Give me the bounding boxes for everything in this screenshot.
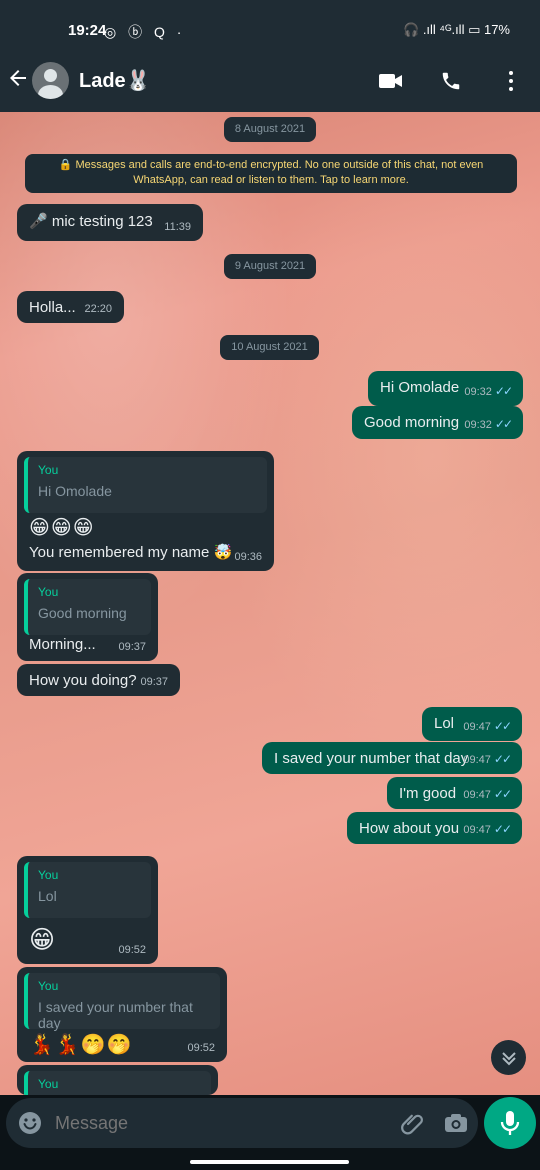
- outgoing-message[interactable]: I'm good 09:47 ✓✓: [387, 777, 522, 809]
- incoming-reply-message[interactable]: You: [17, 1065, 218, 1095]
- camera-icon[interactable]: [441, 1108, 471, 1138]
- message-text: Morning...: [29, 636, 96, 653]
- outgoing-message[interactable]: Lol 09:47 ✓✓: [422, 707, 522, 741]
- read-checks-icon: ✓✓: [494, 417, 513, 431]
- encryption-notice[interactable]: 🔒 Messages and calls are end-to-end encr…: [25, 154, 517, 193]
- scroll-down-button[interactable]: [491, 1040, 526, 1075]
- home-indicator[interactable]: [190, 1160, 349, 1164]
- status-bar: 19:24 ◎ ⓑ Q · 🎧 .ıll ⁴ᴳ.ıll ▭ 17%: [0, 0, 540, 58]
- outgoing-message[interactable]: Good morning 09:32 ✓✓: [352, 406, 523, 439]
- message-time: 09:32 ✓✓: [464, 384, 513, 398]
- emoji-icon[interactable]: [17, 1110, 43, 1136]
- quoted-text: Hi Omolade: [38, 483, 112, 499]
- message-text: Lol: [434, 715, 455, 732]
- video-call-icon[interactable]: [377, 67, 405, 95]
- composer-bar: [0, 1095, 540, 1170]
- quoted-text: Lol: [38, 888, 57, 904]
- message-time: 09:47 ✓✓: [463, 822, 512, 836]
- message-text: Holla...: [29, 299, 76, 316]
- message-input[interactable]: [55, 1112, 385, 1134]
- chat-header: Lade🐰: [0, 58, 540, 112]
- message-time: 11:39: [164, 221, 191, 233]
- message-text: I'm good: [399, 785, 457, 802]
- message-time: 09:36: [234, 551, 262, 563]
- incoming-message[interactable]: 🎤 mic testing 123 11:39: [17, 204, 203, 241]
- emoji-line: 😁😁😁: [29, 517, 95, 539]
- quoted-text: I saved your number that day: [38, 999, 193, 1031]
- message-time: 09:52: [118, 944, 146, 956]
- message-time: 09:47 ✓✓: [463, 787, 512, 801]
- message-text: 🎤 mic testing 123: [29, 213, 153, 230]
- incoming-message[interactable]: How you doing? 09:37: [17, 664, 180, 696]
- back-arrow-icon[interactable]: [6, 66, 30, 96]
- more-options-icon[interactable]: [497, 67, 525, 95]
- quoted-author: You: [38, 463, 59, 477]
- message-time: 09:52: [187, 1042, 215, 1054]
- incoming-reply-message[interactable]: You Good morning Morning... 09:37: [17, 573, 158, 661]
- read-checks-icon: ✓✓: [493, 719, 512, 733]
- quoted-author: You: [38, 585, 59, 599]
- quoted-message[interactable]: You Good morning: [24, 579, 151, 635]
- quoted-message[interactable]: You I saved your number that day: [24, 973, 220, 1031]
- attachment-icon[interactable]: [397, 1108, 427, 1138]
- microphone-button[interactable]: [484, 1097, 536, 1149]
- incoming-reply-message[interactable]: You I saved your number that day 💃💃🤭🤭 09…: [17, 967, 227, 1062]
- message-text: Good morning: [364, 414, 460, 431]
- date-chip: 9 August 2021: [224, 254, 316, 279]
- message-time: 09:32 ✓✓: [464, 417, 513, 431]
- voice-call-icon[interactable]: [437, 67, 465, 95]
- read-checks-icon: ✓✓: [493, 822, 512, 836]
- message-text: You remembered my name 🤯: [29, 544, 233, 561]
- microphone-icon: [500, 1111, 520, 1135]
- read-checks-icon: ✓✓: [494, 384, 513, 398]
- message-text: I saved your number that day: [274, 750, 469, 767]
- read-checks-icon: ✓✓: [493, 787, 512, 801]
- emoji-line: 💃💃🤭🤭: [29, 1034, 133, 1056]
- quoted-message[interactable]: You Hi Omolade: [24, 457, 267, 513]
- avatar[interactable]: [32, 62, 69, 99]
- message-text: Hi Omolade: [380, 379, 460, 396]
- message-text: How you doing?: [29, 672, 137, 689]
- status-right-icons: 🎧 .ıll ⁴ᴳ.ıll ▭ 17%: [403, 22, 510, 37]
- quoted-message[interactable]: You Lol: [24, 862, 151, 918]
- message-time: 09:47 ✓✓: [463, 752, 512, 766]
- incoming-reply-message[interactable]: You Hi Omolade 😁😁😁 You remembered my nam…: [17, 451, 274, 571]
- message-input-container[interactable]: [6, 1098, 478, 1148]
- outgoing-message[interactable]: Hi Omolade 09:32 ✓✓: [368, 371, 523, 406]
- message-time: 09:47 ✓✓: [463, 719, 512, 733]
- quoted-author: You: [38, 1077, 59, 1091]
- status-left-icons: ◎ ⓑ Q ·: [104, 24, 186, 40]
- message-time: 09:37: [118, 641, 146, 653]
- message-time: 22:20: [84, 303, 112, 315]
- emoji-line: 😁: [29, 926, 57, 954]
- read-checks-icon: ✓✓: [493, 752, 512, 766]
- date-chip: 10 August 2021: [220, 335, 319, 360]
- status-time: 19:24: [68, 22, 107, 39]
- quoted-text: Good morning: [38, 605, 127, 621]
- quoted-message[interactable]: You: [24, 1071, 211, 1095]
- message-text: How about you: [359, 820, 460, 837]
- message-time: 09:37: [140, 676, 168, 688]
- contact-name[interactable]: Lade🐰: [79, 68, 151, 93]
- double-chevron-down-icon: [501, 1051, 516, 1065]
- quoted-author: You: [38, 979, 59, 993]
- incoming-message[interactable]: Holla... 22:20: [17, 291, 124, 323]
- quoted-author: You: [38, 868, 59, 882]
- incoming-reply-message[interactable]: You Lol 😁 09:52: [17, 856, 158, 964]
- date-chip: 8 August 2021: [224, 117, 316, 142]
- outgoing-message[interactable]: How about you 09:47 ✓✓: [347, 812, 522, 844]
- outgoing-message[interactable]: I saved your number that day 09:47 ✓✓: [262, 742, 522, 774]
